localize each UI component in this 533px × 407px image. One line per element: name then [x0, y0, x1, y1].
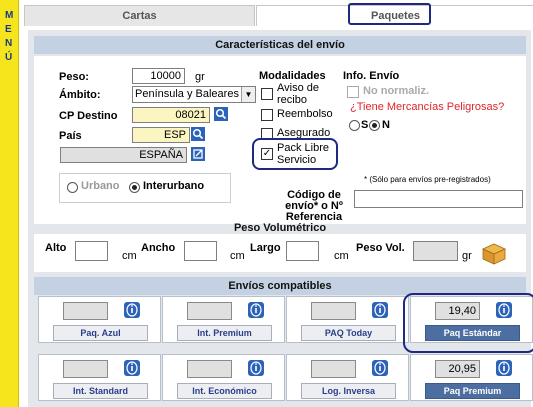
- menu-letter: N: [5, 38, 13, 49]
- envio-card: Paq. Azul: [38, 296, 161, 343]
- dangerous-no-label: N: [382, 119, 390, 131]
- dangerous-no-radio[interactable]: [369, 120, 380, 131]
- peso-input[interactable]: 10000: [132, 68, 185, 84]
- ambito-label: Ámbito:: [59, 89, 101, 101]
- envio-card: Log. Inversa: [286, 354, 409, 401]
- search-icon[interactable]: [191, 127, 205, 141]
- largo-input[interactable]: [286, 241, 319, 261]
- peso-vol-label: Peso Vol.: [356, 242, 405, 254]
- no-normaliz-checkbox[interactable]: [347, 86, 359, 98]
- info-icon[interactable]: [372, 302, 388, 318]
- codigo-label: Código de envío* o Nº Referencia: [285, 189, 343, 223]
- codigo-input[interactable]: [354, 190, 523, 208]
- envio-select-button[interactable]: Paq. Azul: [53, 325, 148, 341]
- reembolso-label: Reembolso: [277, 108, 333, 120]
- ambito-value: Península y Baleares: [135, 88, 239, 100]
- envio-price: [187, 302, 232, 320]
- reembolso-checkbox[interactable]: [261, 109, 273, 121]
- envio-card: Int. Premium: [162, 296, 285, 343]
- section-characteristics: Características del envío: [34, 36, 526, 54]
- peso-label: Peso:: [59, 71, 89, 83]
- dangerous-si-radio[interactable]: [349, 120, 360, 131]
- modalidades-title: Modalidades: [259, 70, 326, 82]
- envio-card: Int. Económico: [162, 354, 285, 401]
- alto-input[interactable]: [75, 241, 108, 261]
- info-icon[interactable]: [248, 360, 264, 376]
- menu-letter: M: [5, 10, 14, 21]
- dangerous-goods-question: ¿Tiene Mercancías Peligrosas?: [350, 101, 505, 113]
- info-icon[interactable]: [496, 360, 512, 376]
- highlight-paquetes: [348, 3, 431, 25]
- peso-vol-unit: gr: [462, 250, 472, 262]
- envio-price: [311, 302, 356, 320]
- cp-label: CP Destino: [59, 110, 118, 122]
- pais-label: País: [59, 130, 82, 142]
- ancho-input[interactable]: [184, 241, 217, 261]
- package-box-icon: [480, 240, 508, 266]
- envio-card: 20,95 Paq Premium: [410, 354, 533, 401]
- section-volumetric: Peso Volumétrico: [233, 222, 327, 234]
- aviso-recibo-label: Aviso de recibo: [277, 82, 319, 106]
- envio-price: [187, 360, 232, 378]
- main-panel: Características del envío Peso: 10000 gr…: [28, 30, 533, 407]
- search-icon[interactable]: [214, 107, 228, 121]
- edit-icon[interactable]: [191, 147, 205, 161]
- envio-select-button[interactable]: PAQ Today: [301, 325, 396, 341]
- envio-select-button[interactable]: Int. Premium: [177, 325, 272, 341]
- envio-select-button[interactable]: Paq Premium: [425, 383, 520, 399]
- menu-letter: E: [5, 24, 12, 35]
- content-area: Cartas Paquetes Características del enví…: [24, 0, 533, 407]
- highlight-pack-libre: [252, 138, 338, 170]
- envio-select-button[interactable]: Int. Standard: [53, 383, 148, 399]
- envio-price: [63, 360, 108, 378]
- largo-unit: cm: [334, 250, 349, 262]
- aviso-recibo-checkbox[interactable]: [261, 88, 273, 100]
- largo-label: Largo: [250, 242, 281, 254]
- envio-select-button[interactable]: Int. Económico: [177, 383, 272, 399]
- info-icon[interactable]: [124, 302, 140, 318]
- info-icon[interactable]: [124, 360, 140, 376]
- dangerous-si-label: S: [361, 119, 369, 131]
- interurbano-label: Interurbano: [143, 180, 205, 192]
- ambito-select[interactable]: Península y Baleares ▼: [132, 86, 256, 103]
- cp-destino-input[interactable]: 08021: [132, 107, 210, 123]
- peso-vol-field: [413, 241, 458, 261]
- no-normaliz-label: No normaliz.: [363, 85, 430, 97]
- envio-select-button[interactable]: Log. Inversa: [301, 383, 396, 399]
- alto-unit: cm: [122, 250, 137, 262]
- interurbano-radio[interactable]: [129, 182, 140, 193]
- ancho-unit: cm: [230, 250, 245, 262]
- envio-price: [63, 302, 108, 320]
- side-menu[interactable]: M E N Ú: [0, 0, 19, 407]
- envio-card: Int. Standard: [38, 354, 161, 401]
- ancho-label: Ancho: [141, 242, 176, 254]
- envio-price: 20,95: [435, 360, 480, 378]
- tab-cartas[interactable]: Cartas: [24, 5, 255, 26]
- city-field: ESPAÑA: [60, 147, 187, 163]
- pais-input[interactable]: ESP: [132, 127, 190, 143]
- chevron-down-icon: ▼: [241, 87, 255, 102]
- envio-card: PAQ Today: [286, 296, 409, 343]
- info-icon[interactable]: [248, 302, 264, 318]
- peso-unit: gr: [195, 71, 205, 83]
- urbano-radio[interactable]: [67, 182, 78, 193]
- info-icon[interactable]: [372, 360, 388, 376]
- envio-price: [311, 360, 356, 378]
- info-envio-title: Info. Envío: [343, 70, 400, 82]
- urbano-label: Urbano: [81, 180, 120, 192]
- highlight-paq-estandar: [403, 293, 533, 353]
- alto-label: Alto: [45, 242, 67, 254]
- codigo-note-text: * (Sólo para envíos pre-registrados): [364, 175, 491, 184]
- menu-letter: Ú: [5, 52, 13, 63]
